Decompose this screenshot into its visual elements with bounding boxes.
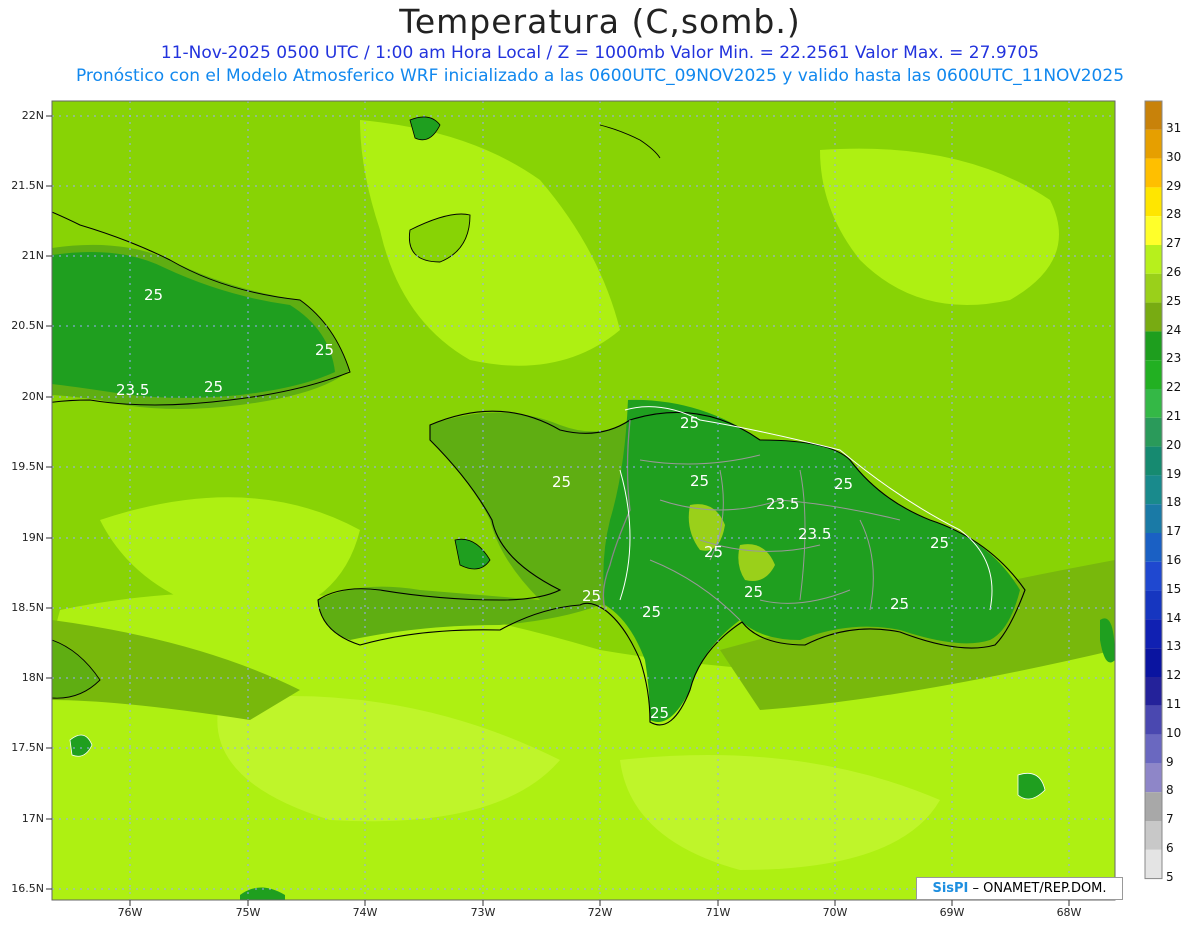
lon-label: 76W [117, 906, 143, 919]
colorbar-swatch [1145, 504, 1162, 533]
colorbar-swatch [1145, 302, 1162, 332]
colorbar-label: 13 [1166, 639, 1182, 654]
lat-label: 19N [21, 531, 44, 544]
map-field: 25 25 23.5 25 25 25 25 25 23.5 23.5 25 2… [52, 101, 1115, 900]
lon-label: 72W [587, 906, 613, 919]
lat-label: 22N [21, 109, 44, 122]
colorbar-swatch [1145, 475, 1162, 505]
lat-label: 16.5N [11, 882, 44, 895]
contour-label: 25 [204, 378, 223, 396]
colorbar-label: 29 [1166, 178, 1182, 193]
lon-label: 69W [939, 906, 965, 919]
contour-label: 25 [315, 341, 334, 359]
sispi-logo-text: SisPI [932, 881, 969, 896]
contour-label: 25 [582, 587, 601, 605]
colorbar-label: 12 [1166, 668, 1182, 683]
colorbar-label: 31 [1166, 121, 1182, 135]
colorbar-label: 8 [1166, 783, 1174, 798]
colorbar-label: 5 [1166, 869, 1174, 884]
contour-label: 23.5 [116, 381, 149, 399]
colorbar-label: 30 [1166, 149, 1182, 164]
colorbar-label: 22 [1166, 380, 1182, 395]
contour-label: 25 [650, 704, 669, 722]
contour-label: 25 [744, 583, 763, 601]
lon-label: 71W [705, 906, 731, 919]
lat-label: 17N [21, 812, 44, 825]
colorbar-swatch [1145, 821, 1162, 850]
colorbar-swatch [1145, 792, 1162, 821]
colorbar-swatch [1145, 590, 1162, 620]
colorbar-swatch [1145, 763, 1162, 793]
contour-label: 25 [680, 414, 699, 432]
colorbar-label: 20 [1166, 437, 1182, 452]
colorbar-label: 7 [1166, 812, 1174, 827]
colorbar-label: 19 [1166, 466, 1182, 481]
colorbar-label: 25 [1166, 293, 1182, 308]
credit-text: – ONAMET/REP.DOM. [972, 881, 1107, 896]
lat-label: 17.5N [11, 741, 44, 754]
contour-label: 25 [930, 534, 949, 552]
colorbar-swatch [1145, 216, 1162, 245]
colorbar-label: 11 [1166, 697, 1182, 711]
lat-label: 18.5N [11, 601, 44, 614]
lon-label: 68W [1056, 906, 1082, 919]
colorbar-label: 28 [1166, 207, 1182, 222]
temperature-map: 25 25 23.5 25 25 25 25 25 23.5 23.5 25 2… [46, 100, 1163, 906]
contour-label: 25 [890, 595, 909, 613]
credit-box: SisPI – ONAMET/REP.DOM. [916, 877, 1123, 900]
colorbar-label: 15 [1166, 581, 1182, 596]
colorbar-swatch [1145, 446, 1162, 476]
colorbar-label: 9 [1166, 754, 1174, 769]
lon-label: 74W [352, 906, 378, 919]
lon-label: 73W [470, 906, 496, 919]
colorbar-label: 16 [1166, 553, 1182, 567]
lon-label: 75W [235, 906, 261, 919]
lat-label: 20.5N [11, 319, 44, 332]
colorbar-swatch [1145, 245, 1162, 274]
colorbar-swatch [1145, 331, 1162, 361]
contour-label: 23.5 [798, 525, 831, 543]
colorbar-swatch [1145, 533, 1162, 562]
colorbar-swatch [1145, 705, 1162, 735]
colorbar-swatch [1145, 389, 1162, 418]
contour-label: 25 [552, 473, 571, 491]
contour-label: 25 [834, 475, 853, 493]
lon-label: 70W [822, 906, 848, 919]
colorbar-swatch [1145, 619, 1162, 649]
lat-label: 19.5N [11, 460, 44, 473]
colorbar-label: 18 [1166, 495, 1182, 510]
colorbar-swatch [1145, 101, 1162, 130]
lat-label: 21N [21, 249, 44, 262]
contour-label: 25 [690, 472, 709, 490]
contour-label: 23.5 [766, 495, 799, 513]
colorbar-label: 21 [1166, 409, 1182, 423]
colorbar [1144, 100, 1163, 880]
lat-label: 18N [21, 671, 44, 684]
colorbar-swatch [1145, 273, 1162, 303]
contour-label: 25 [704, 543, 723, 561]
colorbar-label: 24 [1166, 322, 1182, 337]
colorbar-swatch [1145, 187, 1162, 217]
colorbar-swatch [1145, 561, 1162, 591]
colorbar-label: 27 [1166, 236, 1182, 251]
colorbar-label: 23 [1166, 351, 1182, 366]
colorbar-label: 10 [1166, 725, 1182, 740]
colorbar-swatch [1145, 648, 1162, 677]
colorbar-label: 17 [1166, 524, 1182, 539]
lat-label: 20N [21, 390, 44, 403]
colorbar-swatch [1145, 158, 1162, 188]
colorbar-swatch [1145, 734, 1162, 764]
colorbar-label: 14 [1166, 610, 1182, 625]
lat-label: 21.5N [11, 179, 44, 192]
colorbar-label: 6 [1166, 841, 1174, 855]
colorbar-swatch [1145, 849, 1162, 879]
colorbar-swatch [1145, 129, 1162, 159]
colorbar-swatch [1145, 417, 1162, 447]
contour-label: 25 [144, 286, 163, 304]
contour-label: 25 [642, 603, 661, 621]
colorbar-swatch [1145, 360, 1162, 389]
colorbar-label: 26 [1166, 265, 1182, 279]
colorbar-swatch [1145, 677, 1162, 706]
